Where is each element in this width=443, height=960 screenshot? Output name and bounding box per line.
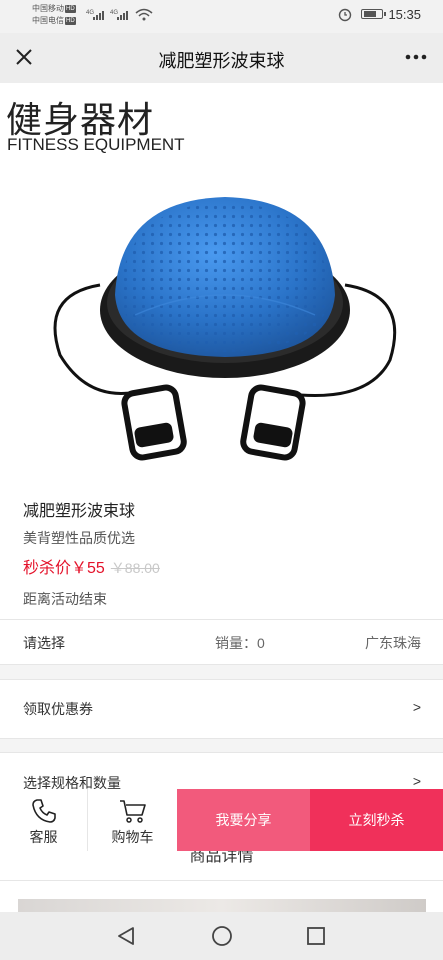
- detail-image-peek: [18, 899, 426, 912]
- service-button[interactable]: 客服: [0, 789, 87, 851]
- product-subtitle: 美背塑性品质优选: [23, 530, 135, 546]
- alarm-icon: [338, 8, 352, 22]
- select-label: 请选择: [23, 635, 65, 651]
- cart-label: 购物车: [111, 829, 154, 845]
- selection-row[interactable]: 请选择 销量：0 广东珠海: [0, 620, 443, 664]
- more-icon[interactable]: [403, 47, 429, 67]
- battery-icon: [361, 9, 386, 19]
- section-gap: [0, 664, 443, 680]
- recent-square-icon[interactable]: [305, 925, 327, 947]
- signal-wifi-icon: 4G 4G: [86, 8, 153, 21]
- phone-icon: [31, 799, 56, 823]
- cart-icon: [119, 800, 146, 823]
- sales-count: 销量：0: [215, 635, 265, 651]
- carrier-1-label: 中国移动: [32, 4, 64, 13]
- hd-badge: HD: [65, 4, 76, 13]
- divider: [0, 880, 443, 881]
- cart-button[interactable]: 购物车: [88, 789, 177, 851]
- service-label: 客服: [29, 829, 58, 845]
- chevron-right-icon: >: [412, 699, 421, 715]
- share-button[interactable]: 我要分享: [177, 789, 310, 851]
- spec-row[interactable]: 选择规格和数量 >: [0, 752, 443, 792]
- system-nav-bar: [0, 912, 443, 960]
- section-gap: [0, 738, 443, 753]
- price-row: 秒杀价￥55 ￥88.00: [23, 554, 160, 578]
- carrier-1: 中国移动 HD: [32, 4, 76, 14]
- flash-buy-button[interactable]: 立刻秒杀: [310, 789, 443, 851]
- hd-badge: HD: [65, 16, 76, 25]
- region-label: 广东珠海: [365, 635, 421, 651]
- coupon-row[interactable]: 领取优惠券 >: [0, 679, 443, 737]
- page-title: 减肥塑形波束球: [158, 51, 285, 71]
- coupon-label: 领取优惠券: [23, 701, 93, 717]
- action-bar: 客服 购物车 我要分享 立刻秒杀: [0, 789, 443, 851]
- network-type-2: 4G: [110, 10, 118, 16]
- product-image: [53, 197, 397, 461]
- network-type: 4G: [86, 10, 94, 16]
- home-circle-icon[interactable]: [210, 924, 234, 948]
- banner-title-en: FITNESS EQUIPMENT: [7, 135, 185, 154]
- countdown-label: 距离活动结束: [23, 591, 107, 607]
- title-bar: 减肥塑形波束球: [0, 33, 443, 83]
- chevron-right-icon: >: [412, 773, 421, 789]
- product-name: 减肥塑形波束球: [23, 503, 136, 520]
- original-price: ￥88.00: [110, 560, 160, 576]
- back-triangle-icon[interactable]: [115, 925, 137, 947]
- carrier-2: 中国电信 HD: [32, 16, 76, 26]
- status-bar: 中国移动 HD 中国电信 HD 4G 4G 15:35: [0, 0, 443, 33]
- status-time: 15:35: [388, 7, 421, 22]
- carrier-2-label: 中国电信: [32, 16, 64, 25]
- sale-price: 秒杀价￥55: [23, 560, 105, 577]
